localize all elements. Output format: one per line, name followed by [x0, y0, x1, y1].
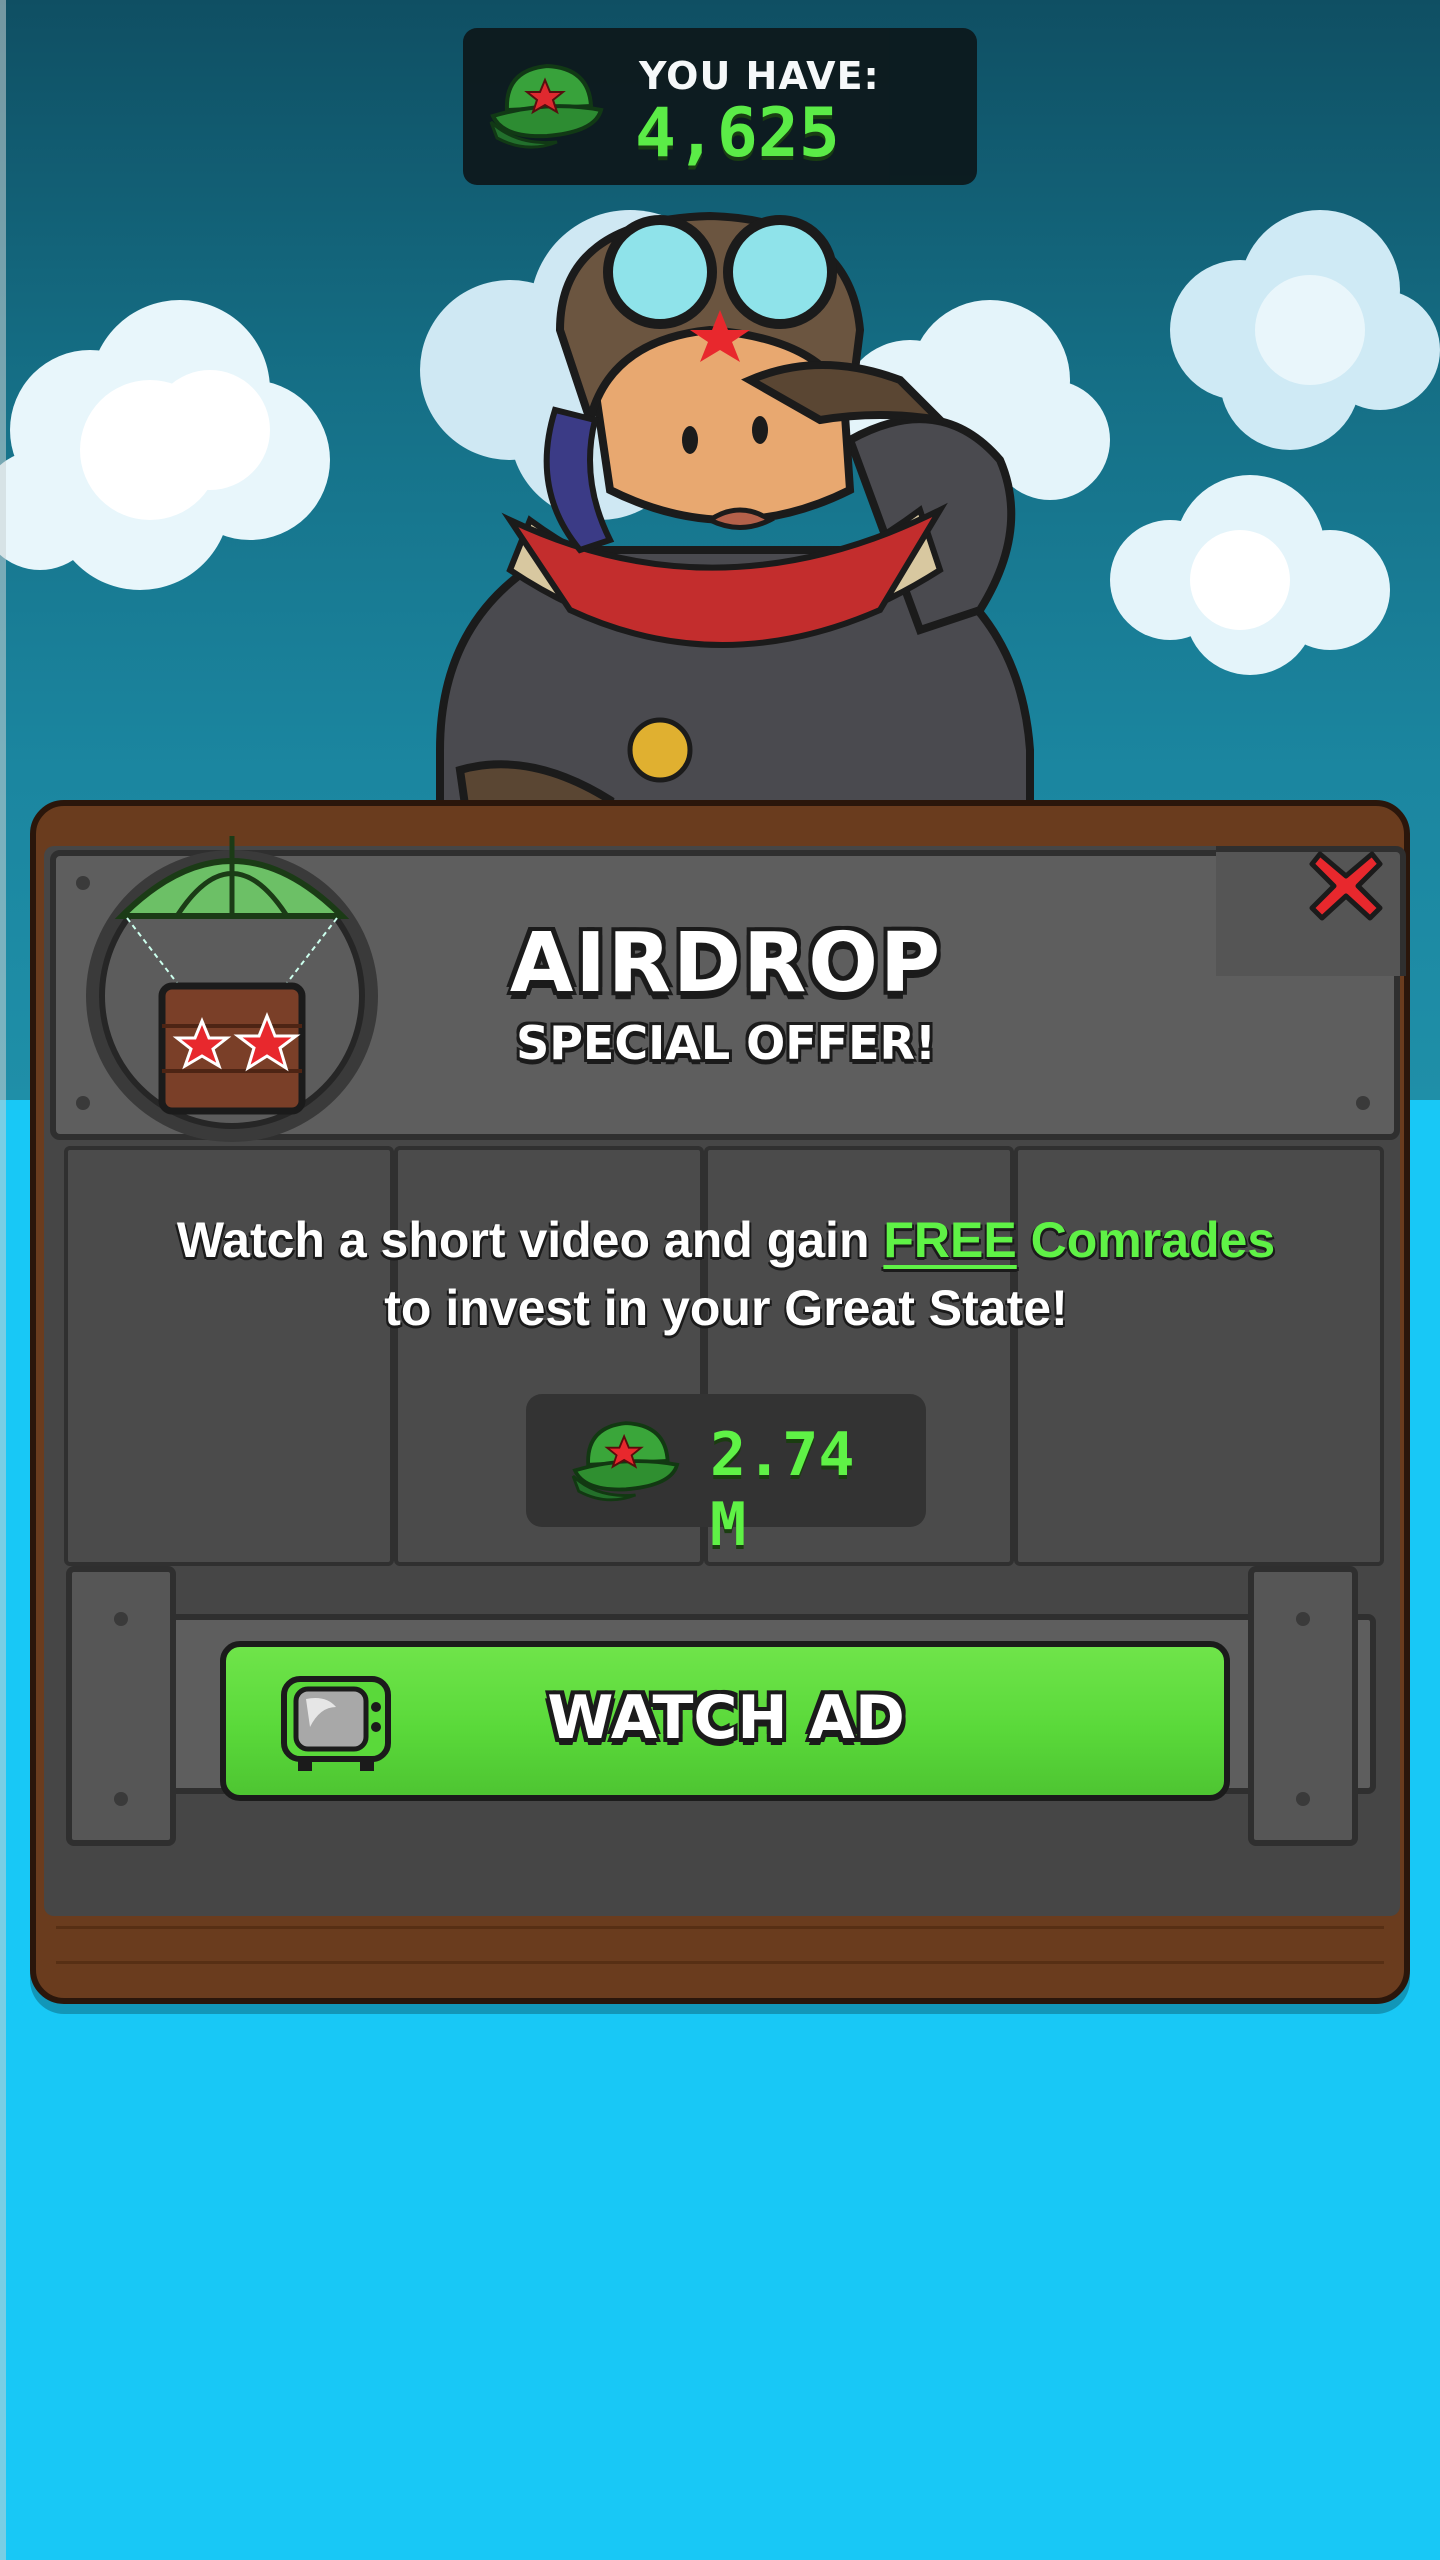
watch-ad-button[interactable]: WATCH AD	[220, 1641, 1230, 1801]
reward-value: 2.74 M	[710, 1420, 855, 1560]
currency-hud: YOU HAVE: 4,625	[463, 28, 977, 185]
rivet	[114, 1792, 128, 1806]
pilot-character-illustration	[436, 211, 1034, 870]
green-army-cap-icon	[489, 63, 604, 149]
popup-title: AIRDROP	[509, 916, 943, 1011]
description-text-line2: to invest in your Great State!	[384, 1280, 1068, 1336]
green-army-cap-icon	[571, 1421, 680, 1502]
description-text: Watch a short video and gain	[176, 1212, 884, 1268]
popup-subtitle: SPECIAL OFFER!	[516, 1016, 936, 1070]
offer-description: Watch a short video and gain FREE Comrad…	[96, 1206, 1356, 1342]
wood-grain	[56, 1961, 1384, 1964]
rail-bracket-right	[1248, 1566, 1358, 1846]
rivet	[1296, 1792, 1310, 1806]
cloud-decoration	[1170, 210, 1440, 450]
rail-bracket-left	[66, 1566, 176, 1846]
cloud-decoration	[0, 300, 330, 590]
reward-amount-box: 2.74 M	[526, 1394, 926, 1560]
edge-strip	[0, 0, 6, 2560]
rivet	[1296, 1612, 1310, 1626]
currency-value: 4,625	[635, 94, 840, 173]
currency-label: YOU HAVE:	[639, 54, 880, 98]
comrades-highlight: Comrades	[1016, 1212, 1276, 1268]
rivet	[114, 1612, 128, 1626]
cloud-decoration	[1110, 475, 1390, 675]
free-highlight: FREE	[883, 1212, 1017, 1268]
wood-grain	[56, 1926, 1384, 1929]
close-x-icon	[1309, 851, 1383, 921]
rivet	[1356, 1096, 1370, 1110]
watch-ad-label: WATCH AD	[547, 1683, 905, 1753]
airdrop-offer-panel: AIRDROP SPECIAL OFFER! Watch a short vid…	[30, 800, 1410, 2004]
